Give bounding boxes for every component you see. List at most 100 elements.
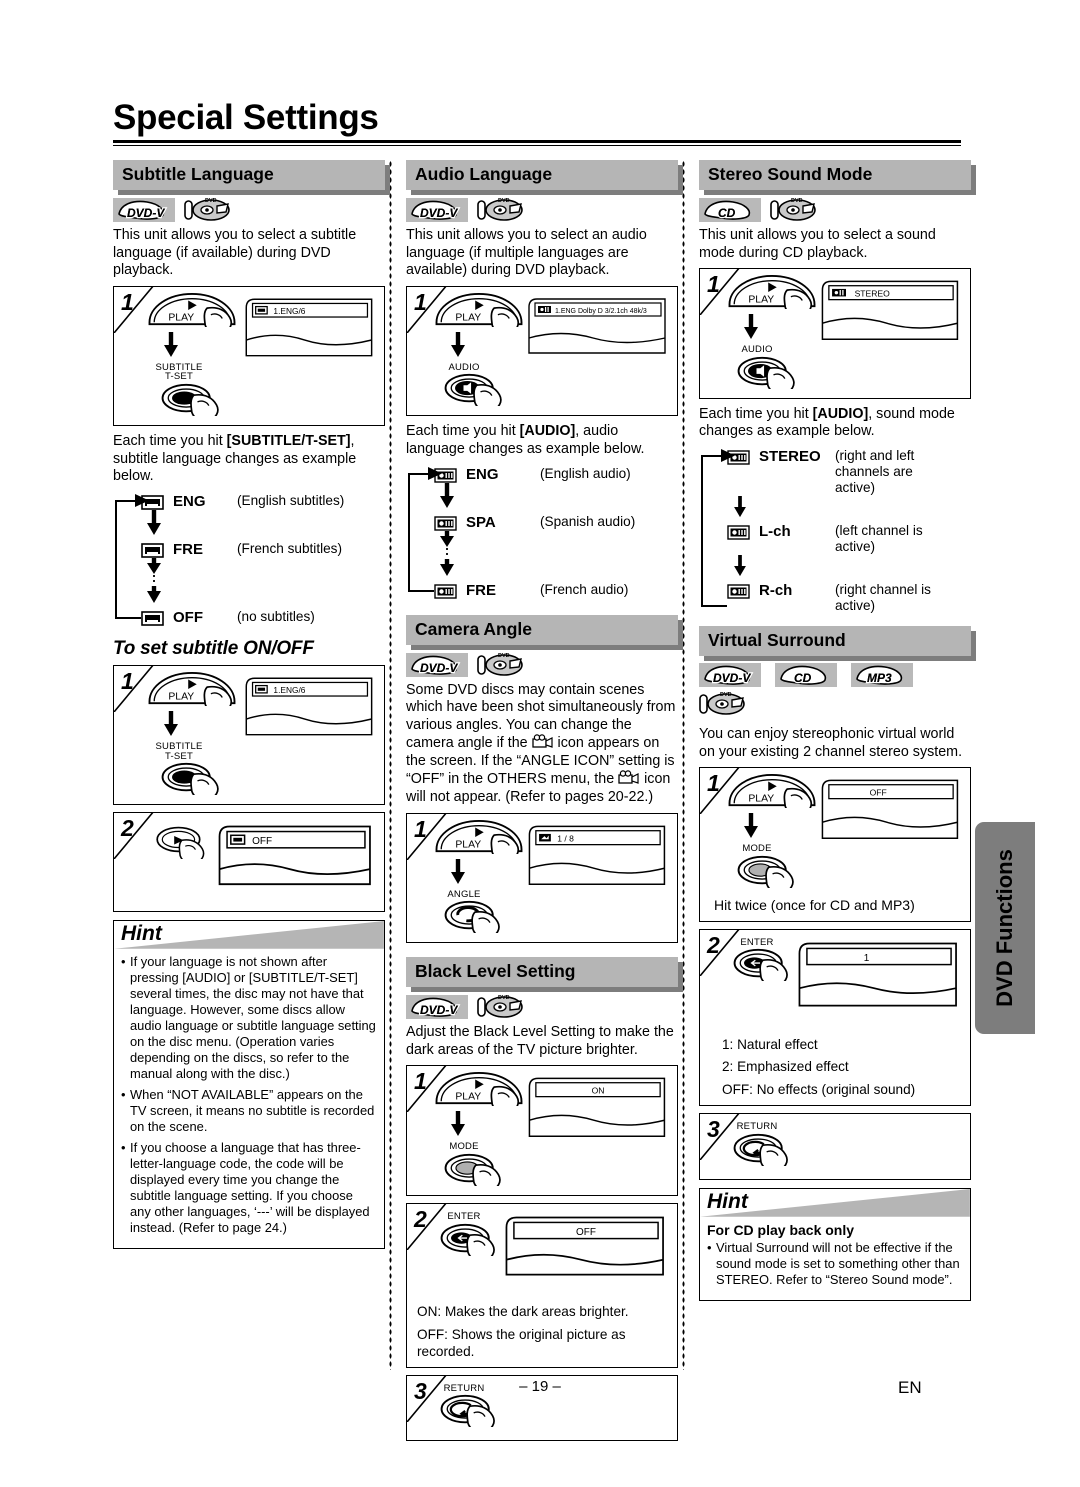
step-number: 2 (707, 931, 720, 958)
down-arrow-icon (744, 813, 758, 839)
svg-text:DVD-V: DVD-V (420, 1003, 458, 1017)
svg-text:PLAY: PLAY (455, 312, 481, 323)
audio-key-label: AUDIO (448, 361, 480, 373)
audio-key-label: AUDIO (741, 344, 773, 356)
svg-text:DVD-V: DVD-V (420, 661, 458, 675)
hint-header: Hint (700, 1189, 970, 1217)
virtual-surround-note-line2: 2: Emphasized effect (722, 1059, 849, 1075)
badge-cd: CD CD (775, 663, 837, 688)
svg-text:DVD: DVD (498, 198, 510, 204)
svg-text:DVD-V: DVD-V (127, 206, 165, 220)
badge-dvd-v: DVD-V DVD-V (113, 198, 175, 222)
down-arrow-icon (744, 314, 758, 340)
step-box: 2 ENTER 1 1: Natural effect 2: Emphasize… (699, 928, 971, 1107)
header-shadow-bottom (411, 644, 683, 650)
disc-insert-icon: DVD (699, 692, 745, 716)
subtitle-icon (141, 543, 164, 558)
down-arrow-icon (147, 510, 161, 536)
svg-text:PLAY: PLAY (168, 312, 194, 323)
audio-sequence-intro: Each time you hit [AUDIO], audio languag… (406, 423, 645, 457)
sequence-code: ENG (173, 492, 206, 510)
audio-language-sequence: ENG (English audio) SPA (Spanish audio) (408, 466, 678, 599)
header-shadow-bottom (704, 656, 976, 662)
section-header-audio-language: Audio Language (406, 160, 683, 195)
sequence-code: OFF (173, 608, 203, 626)
sequence-desc: (right and left channels are active) (835, 448, 915, 496)
subtitle-onoff-heading: To set subtitle ON/OFF (113, 637, 314, 659)
svg-text:DVD-V: DVD-V (420, 206, 458, 220)
svg-text:PLAY: PLAY (748, 794, 774, 805)
side-tab-label: DVD Functions (992, 849, 1017, 1007)
angle-button-graphic (444, 901, 500, 940)
disc-insert-icon: DVD (477, 198, 523, 221)
svg-text:CD: CD (718, 206, 736, 220)
step-number: 1 (121, 667, 134, 694)
camera-angle-intro: Some DVD discs may contain scenes which … (406, 681, 676, 806)
subtitle-icon (141, 611, 164, 626)
down-arrow-icon (451, 1111, 465, 1137)
sequence-desc: (left channel is active) (835, 523, 923, 555)
down-arrow-icon (164, 332, 178, 358)
virtual-surround-intro: You can enjoy stereophonic virtual world… (699, 726, 963, 760)
column-left: Subtitle Language DVD-V DVD-V DVD This u… (113, 160, 390, 1249)
badge-dvd-v: DVD-V DVD-V (699, 663, 761, 688)
disc-badges: CD CD DVD (699, 197, 971, 223)
sequence-desc: (French subtitles) (237, 540, 343, 556)
svg-text:DVD: DVD (498, 995, 510, 1001)
header-shadow-bottom (411, 190, 683, 195)
title-rule-thick (113, 139, 961, 143)
page-title-block: Special Settings (113, 98, 961, 146)
step-number: 1 (414, 288, 427, 315)
down-arrow-icon (451, 859, 465, 885)
virtual-surround-step1-note: Hit twice (once for CD and MP3) (714, 897, 915, 914)
stereo-sound-sequence: STEREO (right and left channels are acti… (701, 448, 971, 614)
svg-text:DVD: DVD (498, 653, 510, 659)
down-arrow-icon (732, 553, 748, 579)
svg-text:PLAY: PLAY (168, 691, 194, 702)
svg-text:PLAY: PLAY (455, 839, 481, 850)
column-divider-1 (389, 160, 392, 1370)
section-header-subtitle-language: Subtitle Language (113, 160, 390, 195)
sequence-desc: (right channel is active) (835, 582, 931, 614)
sequence-code: ENG (466, 465, 499, 483)
hint-title: Hint (121, 921, 162, 945)
audio-icon (434, 583, 457, 599)
step-number: 1 (414, 815, 427, 842)
angle-camera-icon (531, 734, 553, 749)
sequence-code: FRE (173, 540, 203, 558)
sequence-item: FRE (French subtitles) (141, 541, 385, 558)
svg-text:DVD: DVD (205, 198, 217, 204)
step-number: 1 (121, 288, 134, 315)
page-title: Special Settings (113, 98, 379, 137)
disc-insert-icon: DVD (477, 653, 523, 676)
black-level-intro: Adjust the Black Level Setting to make t… (406, 1024, 674, 1058)
sequence-code: L-ch (759, 523, 791, 541)
sequence-desc: (English audio) (540, 465, 631, 481)
svg-text:CD: CD (794, 671, 812, 685)
svg-text:MP3: MP3 (867, 671, 892, 685)
svg-text:1.ENG/6: 1.ENG/6 (273, 306, 305, 316)
language-mark: EN (898, 1378, 922, 1397)
svg-text:DVD-V: DVD-V (713, 671, 751, 685)
stereo-sound-intro: This unit allows you to select a sound m… (699, 227, 936, 261)
angle-camera-icon (618, 770, 639, 785)
step-box: 1 PLAY MODE (406, 1065, 678, 1197)
step-box: 1 PLAY SUBTITLE T-SET 1.ENG/6 (113, 285, 385, 427)
svg-text:OFF: OFF (576, 1227, 596, 1238)
section-header-stereo-sound-mode: Stereo Sound Mode (699, 160, 976, 195)
virtual-surround-note-line3: OFF: No effects (original sound) (722, 1082, 916, 1098)
hint-header: Hint (114, 920, 384, 949)
audio-button-graphic (737, 356, 795, 395)
loop-arrow-head (135, 493, 149, 507)
down-arrow-icon (451, 332, 465, 358)
badge-dvd-v: DVD-V DVD-V (406, 652, 468, 677)
osd-display-graphic: OFF (821, 780, 959, 840)
svg-text:STEREO: STEREO (855, 289, 891, 299)
sequence-desc: (English subtitles) (237, 492, 345, 508)
svg-text:1 / 8: 1 / 8 (557, 833, 574, 843)
step-box: 3 RETURN (699, 1113, 971, 1181)
section-title: Virtual Surround (699, 626, 971, 657)
sequence-item: R-ch (right channel is active) (727, 582, 971, 614)
subtitle-language-sequence: ENG (English subtitles) FRE (French subt… (115, 493, 385, 626)
audio-language-intro: This unit allows you to select an audio … (406, 227, 647, 279)
